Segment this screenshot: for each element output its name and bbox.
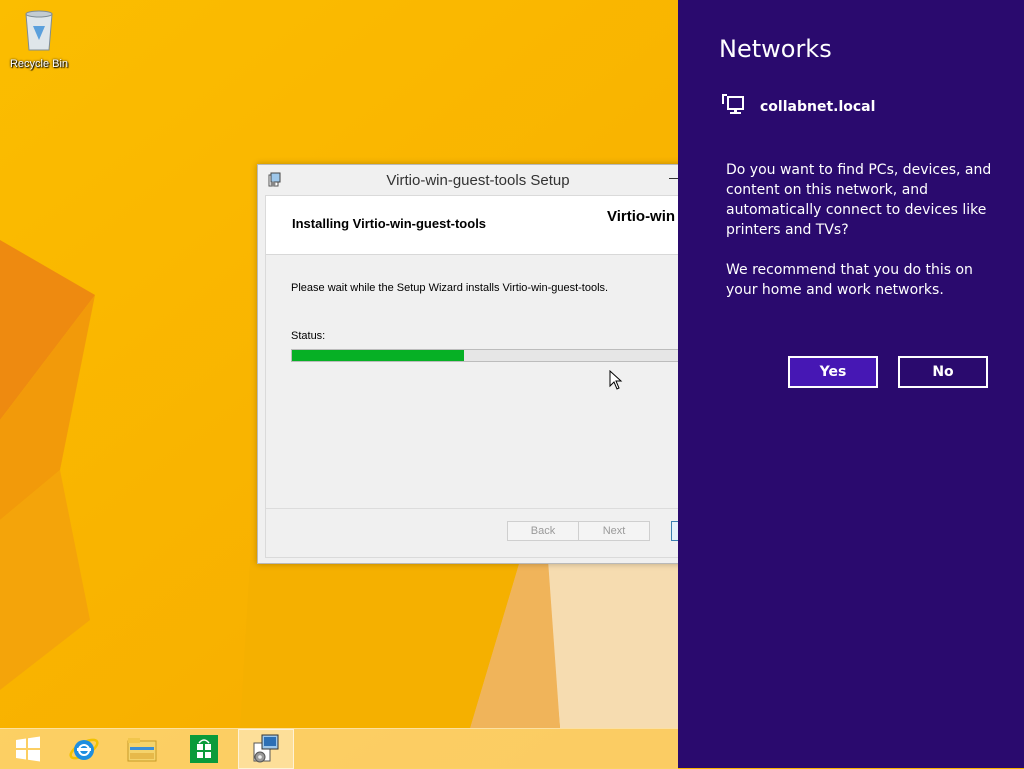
recycle-bin-label: Recycle Bin — [9, 58, 69, 70]
recycle-bin-icon — [25, 10, 53, 51]
networks-pane: Networks collabnet.local Do you want to … — [678, 0, 1024, 768]
setup-installer-icon — [253, 734, 279, 763]
setup-content: Installing Virtio-win-guest-tools Virtio… — [265, 195, 703, 558]
mouse-cursor-icon — [609, 369, 623, 394]
start-icon — [16, 736, 40, 762]
setup-window[interactable]: Virtio-win-guest-tools Setup Installing … — [257, 164, 703, 564]
store-button[interactable] — [176, 729, 232, 769]
setup-brand-text: Virtio-win — [607, 208, 676, 225]
taskbar — [0, 728, 678, 769]
next-button[interactable]: Next — [578, 521, 650, 541]
back-button[interactable]: Back — [507, 521, 579, 541]
setup-header: Installing Virtio-win-guest-tools Virtio… — [266, 196, 692, 255]
setup-installer-button[interactable] — [238, 729, 294, 769]
wired-network-icon — [722, 93, 746, 121]
networks-title: Networks — [719, 35, 832, 63]
progress-fill — [292, 350, 464, 361]
file-explorer-icon — [127, 738, 157, 762]
internet-explorer-button[interactable] — [56, 729, 112, 769]
install-progress-bar — [291, 349, 693, 362]
setup-window-title: Virtio-win-guest-tools Setup — [386, 172, 570, 189]
footer-divider — [266, 508, 692, 509]
network-recommendation: We recommend that you do this on your ho… — [726, 262, 973, 298]
setup-titlebar[interactable]: Virtio-win-guest-tools Setup — [258, 165, 698, 195]
no-button[interactable]: No — [898, 356, 988, 388]
store-icon — [190, 735, 218, 763]
internet-explorer-icon — [69, 738, 99, 760]
network-discovery-question: Do you want to find PCs, devices, and co… — [726, 162, 992, 238]
recycle-bin-shortcut[interactable]: Recycle Bin — [6, 6, 72, 70]
status-label: Status: — [291, 330, 326, 342]
file-explorer-button[interactable] — [114, 729, 170, 769]
setup-instructions: Please wait while the Setup Wizard insta… — [291, 282, 609, 294]
setup-header-title: Installing Virtio-win-guest-tools — [292, 216, 487, 231]
network-name: collabnet.local — [760, 99, 876, 115]
yes-button[interactable]: Yes — [788, 356, 878, 388]
start-button[interactable] — [0, 729, 56, 769]
